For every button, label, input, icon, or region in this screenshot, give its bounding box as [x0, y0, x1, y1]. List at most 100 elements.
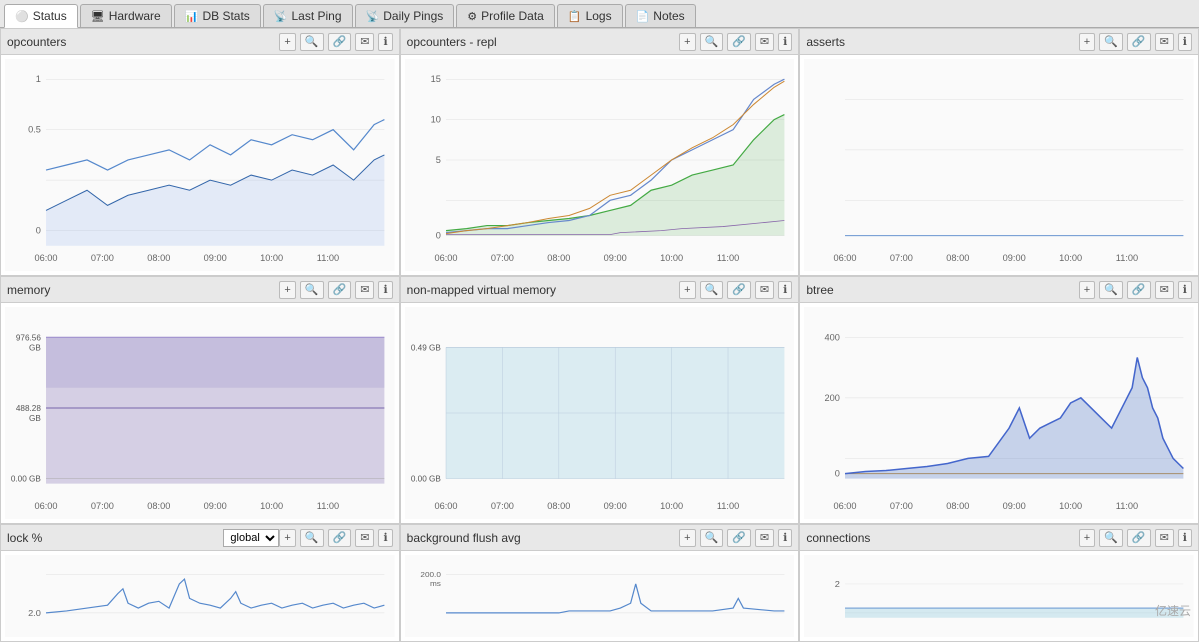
svg-text:0: 0	[36, 226, 41, 236]
link-btn-btree[interactable]: 🔗	[1127, 281, 1151, 299]
panel-title-non-mapped: non-mapped virtual memory	[407, 283, 679, 297]
svg-text:07:00: 07:00	[491, 501, 514, 511]
svg-text:10:00: 10:00	[1059, 253, 1082, 263]
panel-body-non-mapped: 0.49 GB 0.00 GB 06:00 07:00 08:00 09:00 …	[401, 303, 799, 523]
tab-status[interactable]: ⚪ Status	[4, 4, 78, 28]
svg-text:10:00: 10:00	[260, 501, 283, 511]
search-btn-memory[interactable]: 🔍	[300, 281, 324, 299]
search-btn-lock[interactable]: 🔍	[300, 529, 324, 547]
search-btn-asserts[interactable]: 🔍	[1099, 33, 1123, 51]
link-btn-bg-flush[interactable]: 🔗	[727, 529, 751, 547]
svg-text:06:00: 06:00	[834, 253, 857, 263]
svg-text:488.28: 488.28	[16, 404, 42, 413]
info-btn-asserts[interactable]: ℹ	[1178, 33, 1192, 51]
info-btn-opcounters[interactable]: ℹ	[378, 33, 392, 51]
chart-non-mapped: 0.49 GB 0.00 GB 06:00 07:00 08:00 09:00 …	[405, 307, 795, 519]
info-btn-lock[interactable]: ℹ	[378, 529, 392, 547]
svg-text:400: 400	[825, 332, 840, 342]
svg-text:10: 10	[430, 115, 440, 125]
search-btn-repl[interactable]: 🔍	[700, 33, 724, 51]
tab-notes[interactable]: 📄 Notes	[625, 4, 696, 27]
email-btn-btree[interactable]: ✉	[1155, 281, 1174, 299]
link-btn-repl[interactable]: 🔗	[727, 33, 751, 51]
info-btn-memory[interactable]: ℹ	[378, 281, 392, 299]
add-btn-asserts[interactable]: +	[1079, 33, 1095, 51]
tab-daily-pings[interactable]: 📡 Daily Pings	[355, 4, 455, 27]
panel-title-memory: memory	[7, 283, 279, 297]
add-btn-memory[interactable]: +	[279, 281, 295, 299]
panel-actions-connections: + 🔍 🔗 ✉ ℹ	[1079, 529, 1192, 547]
email-btn-non-mapped[interactable]: ✉	[755, 281, 774, 299]
panel-title-opcounters: opcounters	[7, 35, 279, 49]
profile-icon: ⚙	[467, 10, 477, 23]
tab-db-stats[interactable]: 📊 DB Stats	[174, 4, 261, 27]
email-btn-asserts[interactable]: ✉	[1155, 33, 1174, 51]
info-btn-repl[interactable]: ℹ	[778, 33, 792, 51]
email-btn-memory[interactable]: ✉	[355, 281, 374, 299]
panel-header-asserts: asserts + 🔍 🔗 ✉ ℹ	[800, 29, 1198, 55]
svg-text:07:00: 07:00	[491, 253, 514, 263]
info-btn-connections[interactable]: ℹ	[1178, 529, 1192, 547]
tab-hardware[interactable]: 🖥 Hardware	[80, 4, 172, 27]
svg-text:11:00: 11:00	[317, 253, 339, 263]
add-btn-bg-flush[interactable]: +	[679, 529, 695, 547]
hardware-icon: 🖥	[91, 10, 105, 23]
tab-profile-data[interactable]: ⚙ Profile Data	[456, 4, 555, 27]
panel-actions-repl: + 🔍 🔗 ✉ ℹ	[679, 33, 792, 51]
svg-text:09:00: 09:00	[603, 501, 626, 511]
lock-dropdown[interactable]: global local	[223, 529, 279, 547]
tab-logs[interactable]: 📋 Logs	[557, 4, 623, 27]
add-btn-non-mapped[interactable]: +	[679, 281, 695, 299]
link-btn-connections[interactable]: 🔗	[1127, 529, 1151, 547]
svg-text:07:00: 07:00	[91, 501, 114, 511]
panel-asserts: asserts + 🔍 🔗 ✉ ℹ 06	[799, 28, 1199, 276]
panel-title-bg-flush: background flush avg	[407, 531, 679, 545]
link-btn-lock[interactable]: 🔗	[328, 529, 352, 547]
svg-text:11:00: 11:00	[1116, 501, 1138, 511]
panel-title-lock: lock %	[7, 531, 219, 545]
email-btn-connections[interactable]: ✉	[1155, 529, 1174, 547]
panel-header-btree: btree + 🔍 🔗 ✉ ℹ	[800, 277, 1198, 303]
email-btn-bg-flush[interactable]: ✉	[755, 529, 774, 547]
add-btn-connections[interactable]: +	[1079, 529, 1095, 547]
link-btn-non-mapped[interactable]: 🔗	[727, 281, 751, 299]
svg-text:0.49 GB: 0.49 GB	[411, 343, 441, 352]
add-btn-btree[interactable]: +	[1079, 281, 1095, 299]
svg-text:08:00: 08:00	[947, 253, 970, 263]
svg-text:2.0: 2.0	[28, 608, 41, 618]
panel-header-opcounters-repl: opcounters - repl + 🔍 🔗 ✉ ℹ	[401, 29, 799, 55]
svg-text:15: 15	[430, 74, 440, 84]
link-btn-opcounters[interactable]: 🔗	[328, 33, 352, 51]
add-btn-repl[interactable]: +	[679, 33, 695, 51]
info-btn-btree[interactable]: ℹ	[1178, 281, 1192, 299]
email-btn-opcounters[interactable]: ✉	[355, 33, 374, 51]
tab-last-ping[interactable]: 📡 Last Ping	[263, 4, 353, 27]
panel-body-btree: 400 200 0 06:00 07:00 08:00 09:00 10:00 …	[800, 303, 1198, 523]
search-btn-bg-flush[interactable]: 🔍	[700, 529, 724, 547]
svg-text:200.0: 200.0	[420, 570, 441, 579]
svg-text:10:00: 10:00	[1059, 501, 1082, 511]
panel-actions-memory: + 🔍 🔗 ✉ ℹ	[279, 281, 392, 299]
notes-icon: 📄	[636, 10, 650, 23]
add-btn-opcounters[interactable]: +	[279, 33, 295, 51]
svg-text:0: 0	[835, 469, 840, 479]
panel-lock: lock % global local + 🔍 🔗 ✉ ℹ	[0, 524, 400, 642]
search-btn-opcounters[interactable]: 🔍	[300, 33, 324, 51]
svg-text:ms: ms	[430, 579, 441, 588]
panel-bg-flush: background flush avg + 🔍 🔗 ✉ ℹ 200.0 ms	[400, 524, 800, 642]
panel-header-opcounters: opcounters + 🔍 🔗 ✉ ℹ	[1, 29, 399, 55]
search-btn-btree[interactable]: 🔍	[1099, 281, 1123, 299]
email-btn-repl[interactable]: ✉	[755, 33, 774, 51]
svg-text:09:00: 09:00	[1003, 501, 1026, 511]
link-btn-asserts[interactable]: 🔗	[1127, 33, 1151, 51]
svg-text:11:00: 11:00	[716, 253, 738, 263]
svg-text:0.5: 0.5	[28, 125, 41, 135]
add-btn-lock[interactable]: +	[279, 529, 295, 547]
panel-actions-opcounters: + 🔍 🔗 ✉ ℹ	[279, 33, 392, 51]
info-btn-non-mapped[interactable]: ℹ	[778, 281, 792, 299]
email-btn-lock[interactable]: ✉	[355, 529, 374, 547]
info-btn-bg-flush[interactable]: ℹ	[778, 529, 792, 547]
search-btn-non-mapped[interactable]: 🔍	[700, 281, 724, 299]
search-btn-connections[interactable]: 🔍	[1099, 529, 1123, 547]
link-btn-memory[interactable]: 🔗	[328, 281, 352, 299]
